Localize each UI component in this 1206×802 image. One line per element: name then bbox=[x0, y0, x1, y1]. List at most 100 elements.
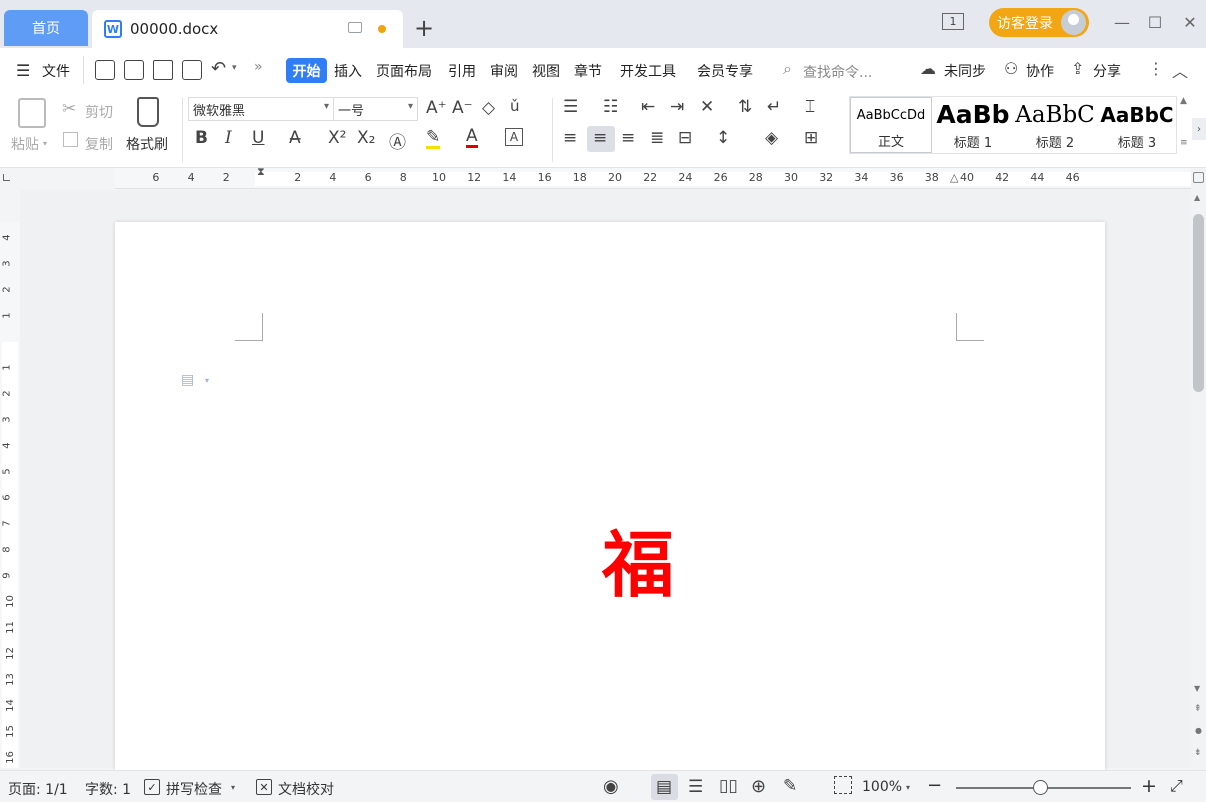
tab-home[interactable]: 首页 bbox=[4, 10, 88, 46]
hamburger-icon[interactable]: ☰ bbox=[16, 61, 30, 80]
decrease-indent-icon[interactable]: ⇤ bbox=[641, 97, 655, 117]
new-tab-plus-icon[interactable]: + bbox=[414, 14, 434, 42]
increase-font-icon[interactable]: A⁺ bbox=[426, 98, 447, 118]
show-hide-marks-icon[interactable]: ↵ bbox=[767, 97, 781, 117]
spell-check-button[interactable]: 拼写检查 bbox=[166, 779, 222, 799]
fit-page-icon[interactable] bbox=[834, 776, 852, 794]
tab-view[interactable]: 视图 bbox=[532, 61, 560, 81]
print-preview-icon[interactable] bbox=[182, 60, 202, 80]
decrease-font-icon[interactable]: A⁻ bbox=[452, 98, 473, 118]
font-name-select[interactable]: 微软雅黑 bbox=[188, 97, 334, 121]
character-border-icon[interactable]: A bbox=[505, 128, 523, 146]
line-spacing-icon[interactable]: ↕ bbox=[716, 128, 730, 148]
align-right-icon[interactable]: ≡ bbox=[621, 128, 635, 148]
print-icon[interactable] bbox=[153, 60, 173, 80]
close-icon[interactable]: ✕ bbox=[1178, 10, 1202, 34]
outline-view-icon[interactable]: ☰ bbox=[688, 777, 703, 797]
cut-button[interactable]: 剪切 bbox=[85, 102, 113, 122]
tab-member[interactable]: 会员专享 bbox=[697, 61, 753, 81]
scroll-down-icon[interactable]: ▼ bbox=[1194, 684, 1200, 693]
style-heading-3[interactable]: AaBbC 标题 3 bbox=[1096, 97, 1178, 153]
highlight-icon[interactable]: ✎ bbox=[426, 128, 441, 149]
split-view-icon[interactable] bbox=[1193, 172, 1204, 183]
style-normal[interactable]: AaBbCcDd 正文 bbox=[850, 97, 932, 153]
font-color-icon[interactable]: A bbox=[466, 127, 478, 148]
document-content-text[interactable]: 福 bbox=[602, 520, 674, 610]
paste-button[interactable]: 粘贴 bbox=[11, 134, 39, 154]
borders-icon[interactable]: ⊞ bbox=[804, 128, 818, 148]
distributed-icon[interactable]: ⊟ bbox=[678, 128, 692, 148]
select-browse-object-icon[interactable]: ● bbox=[1195, 726, 1202, 735]
zoom-in-icon[interactable]: + bbox=[1141, 775, 1157, 797]
guest-login-button[interactable]: 访客登录 bbox=[989, 8, 1089, 37]
superscript-icon[interactable]: X² bbox=[328, 128, 346, 148]
justify-icon[interactable]: ≣ bbox=[650, 128, 664, 148]
indent-marker-right-icon[interactable]: △ bbox=[950, 171, 958, 184]
bullet-list-icon[interactable]: ☰ bbox=[563, 97, 578, 117]
style-heading-2[interactable]: AaBbC 标题 2 bbox=[1014, 97, 1096, 153]
sync-status-button[interactable]: 未同步 bbox=[944, 61, 986, 81]
prev-page-icon[interactable]: ⇞ bbox=[1194, 704, 1202, 714]
page-count-badge[interactable]: 1 bbox=[942, 13, 964, 30]
next-page-icon[interactable]: ⇟ bbox=[1194, 748, 1202, 758]
monitor-icon[interactable] bbox=[348, 22, 362, 33]
style-heading-1[interactable]: AaBb 标题 1 bbox=[932, 97, 1014, 153]
zoom-dropdown-icon[interactable]: ▾ bbox=[906, 783, 910, 792]
strikethrough-icon[interactable]: A̶ bbox=[289, 128, 301, 148]
page-indicator[interactable]: 页面: 1/1 bbox=[8, 779, 68, 799]
tab-page-layout[interactable]: 页面布局 bbox=[376, 61, 432, 81]
spell-check-dropdown-icon[interactable]: ▾ bbox=[231, 783, 235, 792]
tab-chapter[interactable]: 章节 bbox=[574, 61, 602, 81]
writing-mode-icon[interactable]: ✎ bbox=[783, 776, 797, 796]
style-scroll-up-icon[interactable]: ▲ bbox=[1180, 96, 1187, 106]
document-page[interactable] bbox=[115, 222, 1105, 770]
share-button[interactable]: 分享 bbox=[1093, 61, 1121, 81]
paragraph-layout-icon[interactable]: ▤ bbox=[181, 372, 197, 388]
paragraph-layout-dropdown-icon[interactable]: ▾ bbox=[205, 376, 209, 385]
text-effect-icon[interactable]: Ⓐ bbox=[389, 128, 406, 153]
chinese-layout-icon[interactable]: ✕ bbox=[700, 97, 714, 117]
reading-mode-icon[interactable]: ▯▯ bbox=[719, 776, 738, 796]
undo-dropdown-icon[interactable]: ▾ bbox=[232, 63, 237, 73]
paste-dropdown-icon[interactable]: ▾ bbox=[43, 139, 47, 148]
increase-indent-icon[interactable]: ⇥ bbox=[670, 97, 684, 117]
clear-format-icon[interactable]: ◇ bbox=[482, 98, 495, 118]
more-options-icon[interactable]: ⋮ bbox=[1148, 59, 1164, 78]
copy-button[interactable]: 复制 bbox=[85, 134, 113, 154]
sort-icon[interactable]: ⇅ bbox=[738, 97, 752, 117]
word-count[interactable]: 字数: 1 bbox=[85, 779, 131, 799]
scroll-up-icon[interactable]: ▲ bbox=[1194, 193, 1200, 202]
numbered-list-icon[interactable]: ☷ bbox=[603, 97, 618, 117]
tab-stops-icon[interactable]: ⌶ bbox=[805, 97, 815, 117]
save-icon[interactable] bbox=[95, 60, 115, 80]
proofread-button[interactable]: 文档校对 bbox=[278, 779, 334, 799]
undo-icon[interactable]: ↶ bbox=[211, 58, 226, 79]
collapse-ribbon-icon[interactable]: ︿ bbox=[1172, 58, 1188, 82]
font-size-select[interactable]: 一号 bbox=[333, 97, 418, 121]
italic-icon[interactable]: I bbox=[225, 128, 232, 148]
tab-developer[interactable]: 开发工具 bbox=[620, 61, 676, 81]
zoom-out-icon[interactable]: − bbox=[927, 775, 942, 796]
ribbon-scroll-right-icon[interactable]: › bbox=[1192, 118, 1206, 140]
phonetic-guide-icon[interactable]: ǔ bbox=[510, 97, 520, 115]
more-tools-icon[interactable]: » bbox=[254, 59, 263, 75]
underline-icon[interactable]: U bbox=[252, 128, 264, 148]
zoom-level[interactable]: 100% bbox=[862, 779, 902, 795]
style-more-icon[interactable]: ≡ bbox=[1180, 138, 1188, 148]
collaborate-button[interactable]: 协作 bbox=[1026, 61, 1054, 81]
command-search-input[interactable]: 查找命令... bbox=[803, 62, 872, 82]
indent-marker-left-icon[interactable]: ⧗ bbox=[257, 166, 265, 177]
shading-icon[interactable]: ◈ bbox=[765, 128, 778, 148]
paste-icon[interactable] bbox=[18, 98, 46, 128]
tab-review[interactable]: 审阅 bbox=[490, 61, 518, 81]
eye-protection-icon[interactable]: ◉ bbox=[603, 776, 619, 797]
maximize-icon[interactable]: ☐ bbox=[1143, 10, 1167, 34]
format-painter-button[interactable]: 格式刷 bbox=[126, 134, 168, 154]
web-layout-icon[interactable]: ⊕ bbox=[751, 776, 766, 797]
fullscreen-icon[interactable]: ⤢ bbox=[1170, 776, 1183, 796]
menu-file[interactable]: 文件 bbox=[42, 61, 70, 81]
tab-start[interactable]: 开始 bbox=[286, 58, 327, 83]
subscript-icon[interactable]: X₂ bbox=[357, 128, 375, 148]
tab-insert[interactable]: 插入 bbox=[334, 61, 362, 81]
bold-icon[interactable]: B bbox=[195, 128, 208, 148]
